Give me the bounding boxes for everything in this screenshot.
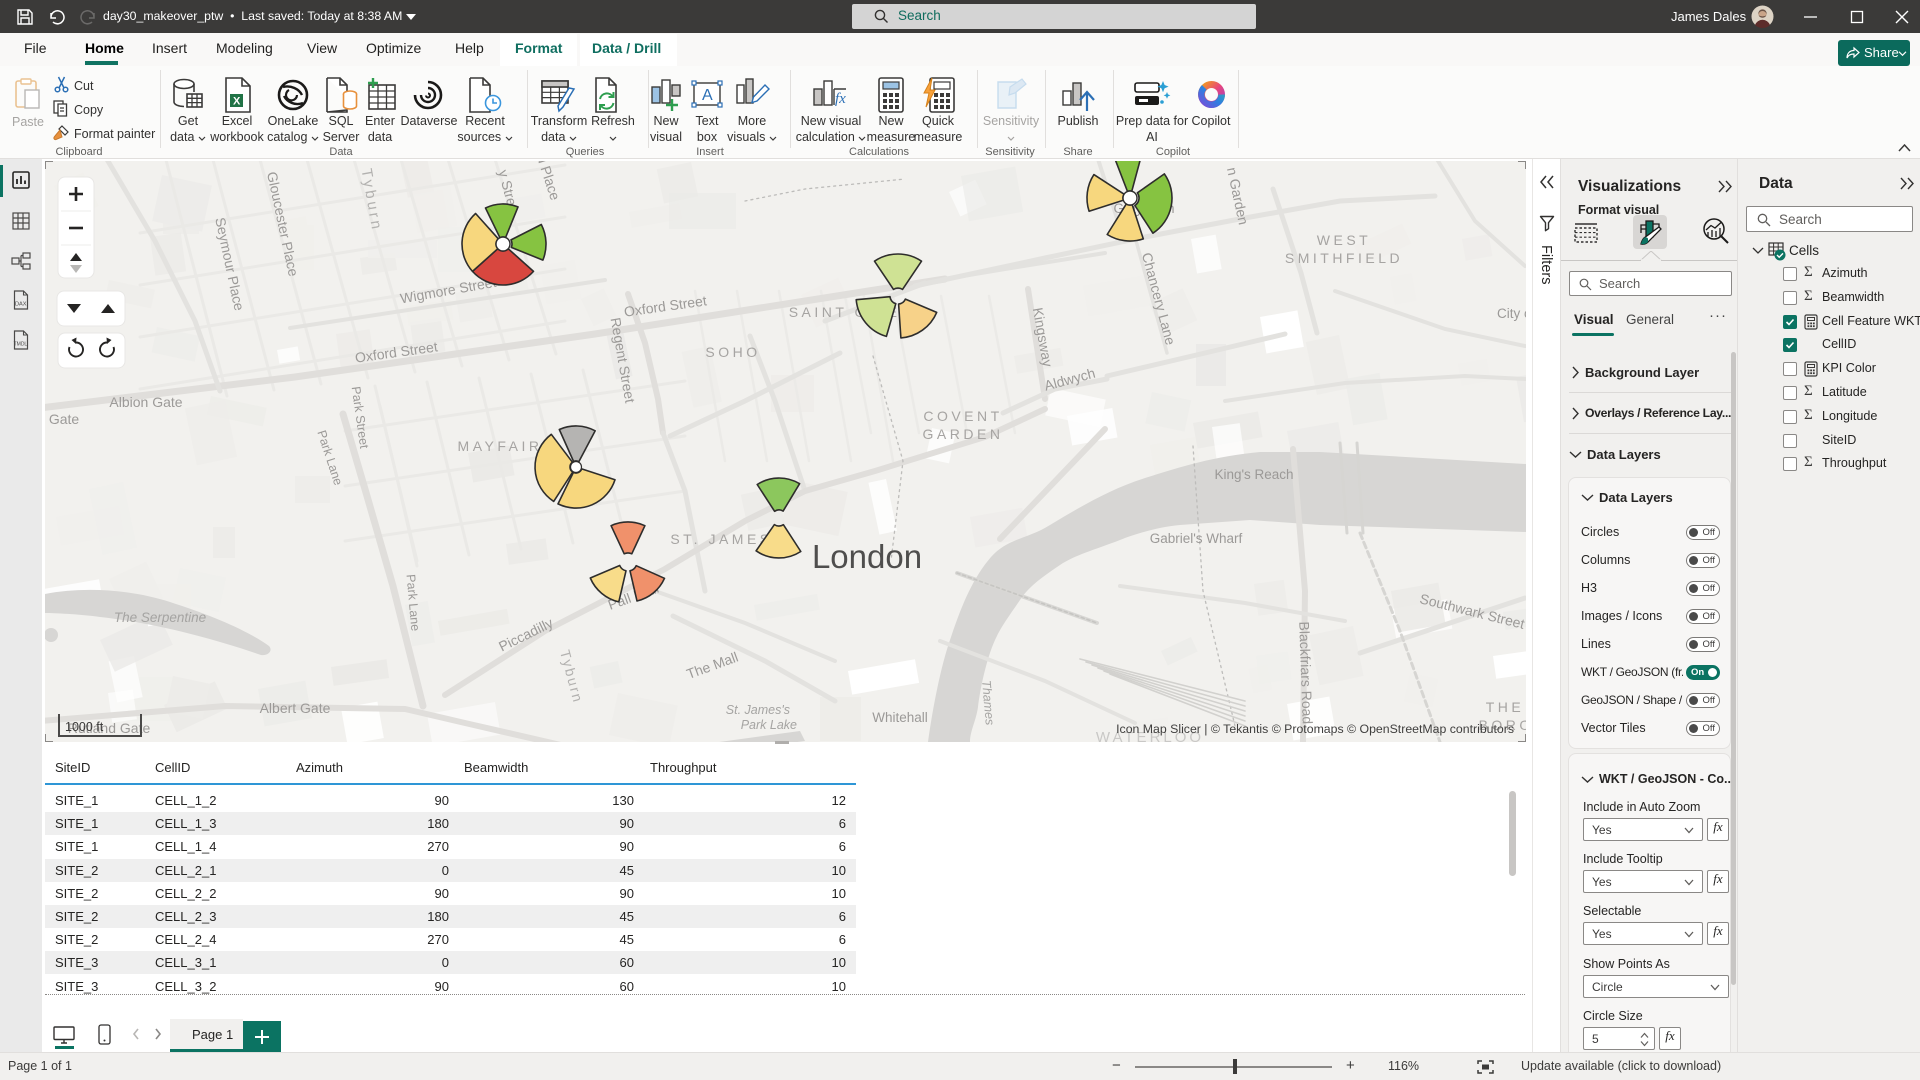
svg-text:London: London bbox=[812, 538, 922, 575]
svg-text:King's Reach: King's Reach bbox=[1214, 467, 1293, 482]
svg-text:COVENT: COVENT bbox=[923, 408, 1002, 424]
svg-text:MAYFAIR: MAYFAIR bbox=[458, 438, 543, 454]
svg-text:Gate: Gate bbox=[49, 411, 80, 427]
svg-text:GARDEN: GARDEN bbox=[923, 426, 1004, 442]
svg-text:THE: THE bbox=[1486, 699, 1525, 715]
svg-text:Icon Map Slicer | © Tekantis ©: Icon Map Slicer | © Tekantis © Protomaps… bbox=[1116, 722, 1514, 736]
svg-text:Gabriel's Wharf: Gabriel's Wharf bbox=[1150, 531, 1243, 546]
svg-text:fx: fx bbox=[835, 91, 846, 107]
svg-text:St. James's: St. James's bbox=[726, 703, 790, 717]
svg-text:Whitehall: Whitehall bbox=[872, 710, 928, 725]
svg-text:1000 ft: 1000 ft bbox=[65, 720, 104, 734]
svg-text:SMITHFIELD: SMITHFIELD bbox=[1285, 250, 1403, 266]
svg-text:Park Lake: Park Lake bbox=[741, 718, 797, 732]
svg-text:TMDL: TMDL bbox=[14, 342, 28, 348]
svg-text:DAX: DAX bbox=[15, 302, 27, 308]
svg-text:A: A bbox=[702, 87, 713, 104]
svg-text:The Serpentine: The Serpentine bbox=[114, 610, 206, 625]
svg-text:WEST: WEST bbox=[1317, 232, 1371, 248]
svg-text:SOHO: SOHO bbox=[705, 344, 760, 360]
svg-text:Albert Gate: Albert Gate bbox=[260, 700, 331, 716]
svg-text:X: X bbox=[233, 96, 241, 108]
svg-text:City o: City o bbox=[1497, 306, 1526, 321]
svg-text:Albion Gate: Albion Gate bbox=[109, 394, 182, 410]
